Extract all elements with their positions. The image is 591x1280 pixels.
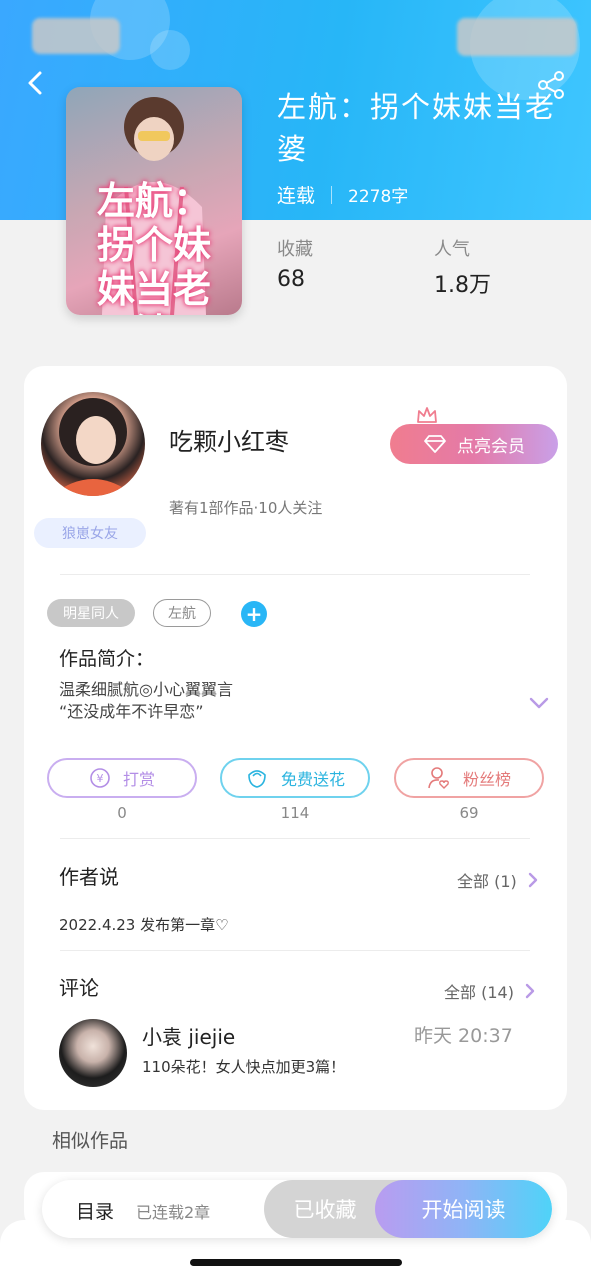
diamond-icon — [424, 435, 446, 453]
divider — [60, 950, 530, 951]
stat-favorites: 收藏 68 — [277, 235, 313, 292]
tip-label: 打赏 — [122, 770, 155, 789]
tip-button[interactable]: ¥ 打赏 — [47, 758, 197, 798]
fan-badge-label: 狼崽女友 — [62, 526, 118, 542]
stat-value: 1.8万 — [434, 273, 491, 298]
author-says-all-label: 全部 (1) — [457, 872, 517, 891]
book-title: 左航：拐个妹妹当老婆 — [277, 90, 557, 166]
divider — [60, 838, 530, 839]
divider — [60, 574, 530, 575]
start-reading-button[interactable]: 开始阅读 — [375, 1180, 552, 1238]
fan-badge: 狼崽女友 — [34, 518, 146, 548]
detail-card: 吃颗小红枣 著有1部作品·10人关注 点亮会员 狼崽女友 明星同人 左航 + 作… — [24, 366, 567, 1110]
fan-count: 69 — [459, 804, 479, 822]
comment-text: 110朵花！女人快点加更3篇！ — [142, 1058, 346, 1076]
add-tag-button[interactable]: + — [241, 601, 267, 627]
fan-ranking-button[interactable]: 粉丝榜 — [394, 758, 544, 798]
bottom-action-bar: 目录 已连载2章 已收藏 开始阅读 — [42, 1180, 552, 1238]
back-button[interactable] — [22, 68, 52, 98]
avatar-portrait-icon — [51, 398, 135, 496]
status-bar-time-blurred — [32, 18, 120, 54]
book-cover[interactable]: 左航：拐个妹妹当老婆 — [66, 87, 242, 315]
favorited-label: 已收藏 — [293, 1198, 357, 1222]
activate-membership-button[interactable]: 点亮会员 — [390, 424, 558, 464]
decor-bubble — [150, 30, 190, 70]
word-count: 2278字 — [348, 187, 409, 207]
flower-count: 114 — [280, 804, 310, 822]
comment-time: 昨天 20:37 — [414, 1025, 513, 1047]
book-status-line: 连载 2278字 — [277, 181, 408, 208]
tag-character[interactable]: 左航 — [153, 599, 211, 627]
yen-icon: ¥ — [90, 768, 110, 788]
tag-genre[interactable]: 明星同人 — [47, 599, 135, 627]
stat-label: 收藏 — [277, 239, 313, 260]
author-meta: 著有1部作品·10人关注 — [169, 499, 323, 517]
plus-icon: + — [245, 602, 263, 626]
cover-title: 左航：拐个妹妹当老婆 — [96, 179, 211, 315]
intro-title: 作品简介： — [59, 648, 155, 670]
svg-text:¥: ¥ — [96, 772, 103, 785]
author-avatar[interactable] — [41, 392, 145, 496]
author-says-all-link[interactable]: 全部 (1) — [457, 868, 539, 892]
tip-count: 0 — [117, 804, 127, 822]
author-says-text: 2022.4.23 发布第一章♡ — [59, 916, 229, 934]
commenter-name[interactable]: 小袁 jiejie — [142, 1021, 235, 1050]
start-reading-label: 开始阅读 — [421, 1198, 506, 1222]
fan-ranking-label: 粉丝榜 — [462, 770, 511, 789]
send-flower-button[interactable]: 免费送花 — [220, 758, 370, 798]
home-indicator — [190, 1259, 402, 1266]
flower-icon — [248, 770, 266, 788]
chevron-right-icon — [528, 872, 537, 888]
chapter-count: 已连载2章 — [136, 1203, 211, 1222]
serial-status: 连载 — [277, 185, 316, 207]
comments-all-link[interactable]: 全部 (14) — [444, 979, 536, 1003]
chevron-left-icon — [28, 71, 42, 95]
crown-icon — [417, 407, 437, 423]
member-button-label: 点亮会员 — [457, 436, 525, 457]
person-heart-icon — [428, 767, 449, 789]
intro-line: “还没成年不许早恋” — [59, 702, 204, 721]
author-says-title: 作者说 — [59, 865, 119, 889]
author-name[interactable]: 吃颗小红枣 — [169, 422, 289, 457]
status-bar-icons-blurred — [457, 18, 577, 56]
stat-popularity: 人气 1.8万 — [434, 235, 491, 299]
chevron-right-icon — [525, 983, 535, 999]
status-divider — [331, 185, 333, 204]
stat-label: 人气 — [434, 239, 470, 260]
similar-works-title: 相似作品 — [52, 1130, 129, 1152]
chevron-down-icon[interactable] — [528, 696, 550, 710]
send-flower-label: 免费送花 — [280, 770, 345, 789]
comments-title: 评论 — [59, 976, 99, 1000]
tag-label: 左航 — [168, 606, 196, 622]
commenter-avatar[interactable] — [59, 1019, 127, 1087]
intro-line: 温柔细腻航◎小心翼翼言 — [59, 680, 233, 699]
tag-label: 明星同人 — [63, 606, 119, 622]
stat-value: 68 — [277, 267, 305, 292]
toc-button[interactable]: 目录 — [76, 1197, 114, 1224]
intro-text: 温柔细腻航◎小心翼翼言 “还没成年不许早恋” — [59, 679, 233, 723]
comments-all-label: 全部 (14) — [444, 983, 514, 1002]
